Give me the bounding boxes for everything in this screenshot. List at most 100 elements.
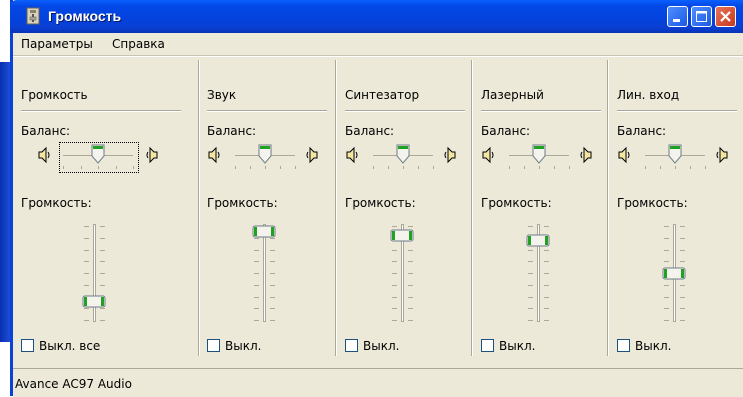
volume-tick	[270, 308, 275, 310]
volume-tick	[392, 273, 397, 274]
mixer-column: Звук Баланс: Громкость: Выкл.	[207, 58, 337, 358]
menu-divider	[13, 55, 743, 57]
balance-tick	[433, 166, 434, 169]
volume-app-icon	[26, 7, 40, 25]
balance-label: Баланс:	[21, 124, 71, 138]
close-button[interactable]	[715, 6, 736, 27]
volume-tick	[100, 320, 105, 321]
mute-checkbox[interactable]	[481, 339, 494, 352]
mute-checkbox[interactable]	[21, 339, 34, 352]
volume-tick	[254, 320, 259, 321]
volume-tick	[528, 296, 533, 298]
balance-slider-thumb[interactable]	[668, 144, 682, 167]
volume-tick	[100, 249, 105, 251]
volume-tick	[408, 284, 413, 286]
mute-label[interactable]: Выкл.	[363, 339, 399, 353]
volume-tick	[254, 261, 259, 263]
volume-tick	[680, 249, 685, 251]
balance-slider-thumb[interactable]	[396, 144, 410, 167]
mute-label[interactable]: Выкл.	[635, 339, 671, 353]
volume-tick	[84, 261, 89, 263]
volume-tick	[528, 226, 533, 227]
channel-name: Лазерный	[481, 88, 544, 102]
menu-help[interactable]: Справка	[112, 37, 165, 51]
volume-tick	[100, 284, 105, 286]
volume-tick	[392, 226, 397, 227]
volume-tick	[408, 308, 413, 310]
minimize-button[interactable]	[667, 6, 688, 27]
volume-slider-thumb[interactable]	[252, 225, 276, 241]
window-title: Громкость	[48, 8, 122, 24]
channel-rule	[345, 110, 465, 112]
volume-tick	[84, 284, 89, 286]
speaker-right-icon	[715, 146, 729, 167]
channel-name: Лин. вход	[617, 88, 680, 102]
volume-tick	[528, 261, 533, 263]
balance-tick	[645, 166, 646, 169]
menu-parameters[interactable]: Параметры	[21, 37, 93, 51]
speaker-right-icon	[443, 146, 457, 167]
column-separator	[198, 60, 200, 356]
volume-tick	[270, 284, 275, 286]
volume-tick	[544, 273, 549, 274]
channel-rule	[21, 110, 181, 112]
volume-tick	[254, 296, 259, 298]
speaker-left-icon	[37, 146, 51, 167]
balance-slider-thumb[interactable]	[532, 144, 546, 167]
column-separator	[471, 60, 473, 356]
volume-slider-thumb[interactable]	[82, 295, 106, 311]
volume-tick	[664, 296, 669, 298]
volume-tick	[254, 273, 259, 274]
mute-checkbox[interactable]	[617, 339, 630, 352]
volume-tick	[408, 249, 413, 251]
volume-tick	[84, 226, 89, 227]
volume-tick	[664, 249, 669, 251]
balance-tick	[250, 166, 251, 169]
volume-slider-thumb[interactable]	[662, 267, 686, 283]
volume-tick	[254, 284, 259, 286]
balance-label: Баланс:	[207, 124, 257, 138]
volume-tick	[254, 249, 259, 251]
mixer-column: Лазерный Баланс: Громкость: Выкл.	[481, 58, 611, 358]
maximize-icon	[696, 11, 707, 22]
volume-tick	[100, 261, 105, 263]
volume-tick	[270, 261, 275, 263]
balance-label: Баланс:	[345, 124, 395, 138]
mute-checkbox[interactable]	[207, 339, 220, 352]
balance-tick	[280, 166, 281, 169]
balance-slider-thumb[interactable]	[258, 144, 272, 167]
speaker-left-icon	[207, 146, 221, 167]
column-separator	[607, 60, 609, 356]
mute-label[interactable]: Выкл. все	[39, 339, 100, 353]
speaker-right-icon	[145, 146, 159, 167]
speaker-left-icon	[345, 146, 359, 167]
volume-label: Громкость:	[617, 196, 688, 210]
balance-tick	[388, 166, 389, 169]
volume-tick	[392, 296, 397, 298]
volume-tick	[270, 273, 275, 274]
channel-rule	[617, 110, 737, 112]
volume-tick	[544, 296, 549, 298]
balance-label: Баланс:	[481, 124, 531, 138]
volume-tick	[664, 237, 669, 239]
volume-tick	[408, 320, 413, 321]
title-bar[interactable]: Громкость	[10, 0, 743, 33]
mute-label[interactable]: Выкл.	[499, 339, 535, 353]
maximize-button[interactable]	[691, 6, 712, 27]
balance-tick	[554, 166, 555, 169]
balance-tick	[373, 166, 374, 169]
mute-label[interactable]: Выкл.	[225, 339, 261, 353]
volume-tick	[270, 249, 275, 251]
status-bar: Avance AC97 Audio	[13, 368, 743, 397]
volume-tick	[408, 296, 413, 298]
mute-checkbox[interactable]	[345, 339, 358, 352]
volume-tick	[408, 273, 413, 274]
volume-tick	[664, 320, 669, 321]
volume-slider-thumb[interactable]	[526, 234, 550, 250]
volume-tick	[392, 284, 397, 286]
speaker-right-icon	[579, 146, 593, 167]
volume-slider-thumb[interactable]	[390, 229, 414, 245]
volume-tick	[680, 237, 685, 239]
speaker-left-icon	[481, 146, 495, 167]
balance-tick	[418, 166, 419, 169]
